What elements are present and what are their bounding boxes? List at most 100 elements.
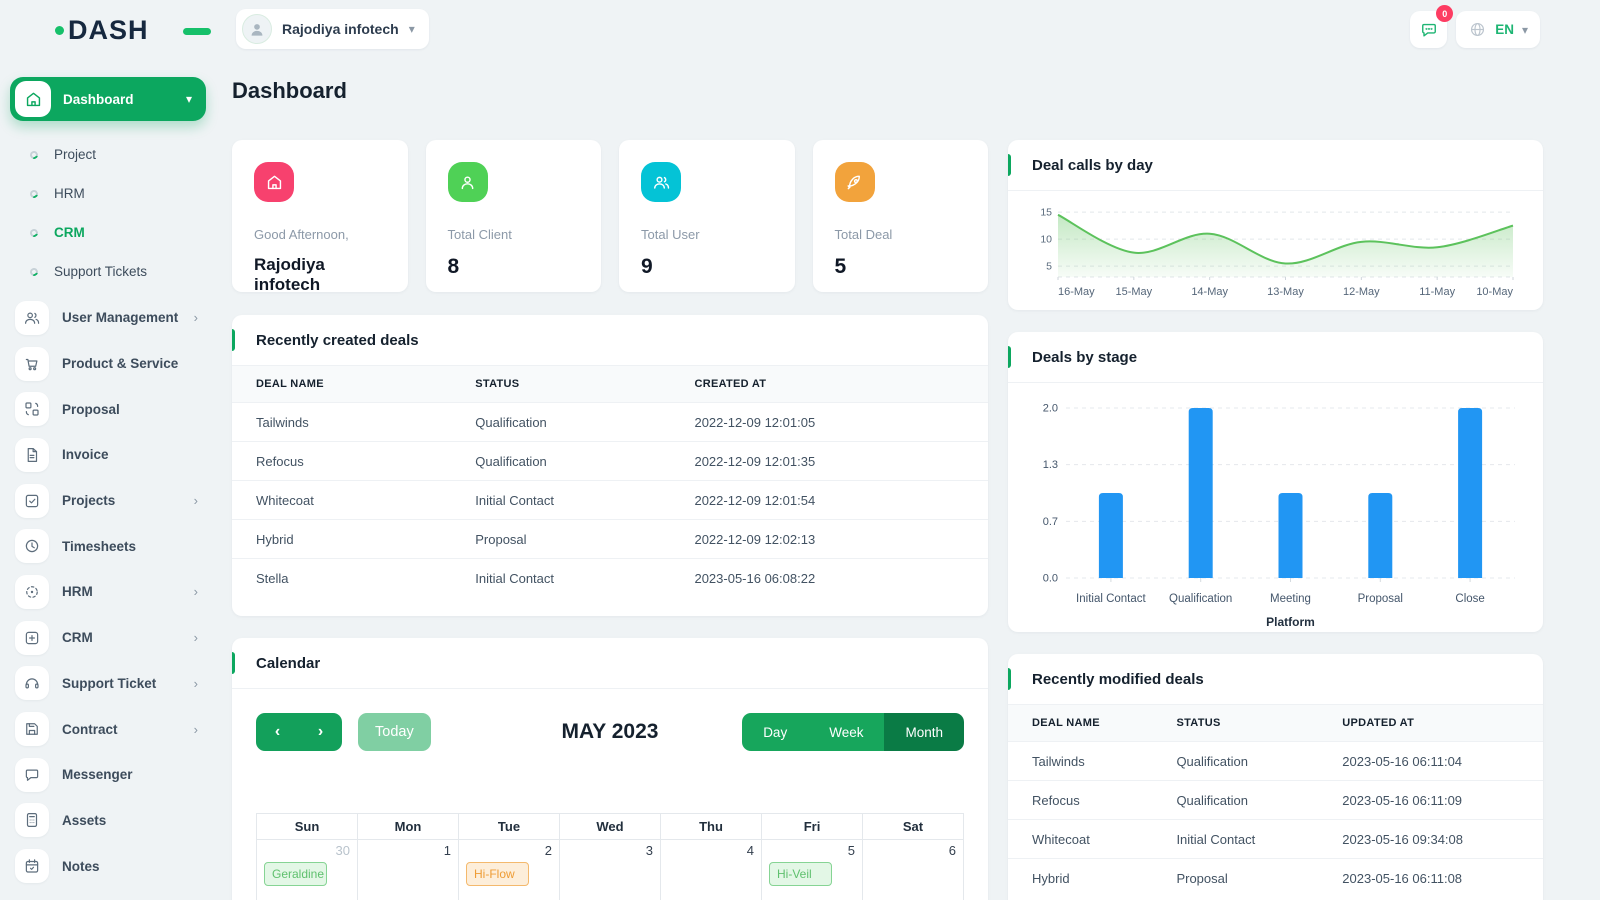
bullet-icon (28, 227, 40, 238)
stat-card-value: Rajodiya infotech (254, 255, 325, 294)
sidebar-item-support-ticket[interactable]: Support Ticket › (0, 661, 216, 707)
bullet-icon (28, 266, 40, 277)
calendar-day-number: 3 (645, 843, 653, 858)
sidebar-item-crm[interactable]: CRM › (0, 615, 216, 661)
table-cell: Whitecoat (1008, 819, 1153, 859)
table-cell: Qualification (451, 402, 671, 442)
stat-card-1: Total Client 8 (425, 140, 601, 292)
table-cell: Tailwinds (1008, 741, 1153, 781)
table-cell: Hybrid (1008, 858, 1153, 897)
sidebar-item-dashboard[interactable]: Dashboard ▾ (10, 77, 206, 121)
check-square-icon (25, 494, 39, 507)
table-row: Whitecoat Initial Contact 2023-05-16 09:34… (1008, 819, 1543, 859)
sidebar-item-projects[interactable]: Projects › (0, 478, 216, 524)
calendar-day-number: 6 (948, 843, 956, 858)
table-cell: Qualification (451, 441, 671, 481)
calendar-day-cell: 30 Geraldine Burt (256, 839, 358, 900)
table-row: Hybrid Proposal 2022-12-09 12:02:13 (232, 519, 988, 559)
calendar-day-cell: 5 Hi-Veil (761, 839, 863, 900)
sidebar-item-label: Timesheets (62, 538, 137, 554)
sidebar-item-invoice[interactable]: Invoice (0, 432, 216, 478)
table-row: Hybrid Proposal 2023-05-16 06:11:08 (1008, 858, 1543, 897)
calendar-day-header: Thu (660, 813, 762, 840)
table-cell: Hybrid (232, 519, 452, 559)
table-row: Refocus Qualification 2022-12-09 12:01:35 (232, 441, 988, 481)
sidebar-item-product-service[interactable]: Product & Service (0, 341, 216, 387)
sidebar-item-label: User Management (62, 310, 179, 326)
chevron-right-icon: › (193, 675, 198, 691)
bullet-icon (28, 149, 40, 160)
table-header-row: DEAL NAME STATUS CREATED AT (232, 366, 988, 403)
svg-text:Close: Close (1455, 593, 1484, 605)
calendar-view-week-button[interactable]: Week (808, 713, 885, 751)
bullet-icon (28, 188, 40, 199)
table-cell: 2022-12-09 12:01:05 (670, 402, 988, 442)
calendar-day-number: 30 (335, 843, 350, 858)
recently-modified-deals-table: DEAL NAME STATUS UPDATED AT Tailwinds Qualif… (1008, 705, 1543, 897)
sidebar-item-label: Projects (62, 493, 116, 509)
calendar-prev-button[interactable]: ‹ (256, 713, 299, 751)
sidebar-item-contract[interactable]: Contract › (0, 706, 216, 752)
calendar-event[interactable]: Hi-Veil (769, 862, 832, 886)
swap-icon (25, 402, 39, 416)
save-icon (26, 723, 38, 735)
calendar-day-cell: 6 (862, 839, 964, 900)
sidebar-item-timesheets[interactable]: Timesheets (0, 523, 216, 569)
sidebar-subitem-project[interactable]: Project (0, 135, 216, 174)
sidebar-item-assets[interactable]: Assets (0, 798, 216, 844)
table-cell: Refocus (1008, 780, 1153, 820)
svg-text:0.7: 0.7 (1043, 516, 1058, 528)
right-column: Deal calls by day 5 10 15 16-May 15-May 14-Ma… (1008, 0, 1543, 900)
recently-created-deals-table: DEAL NAME STATUS CREATED AT Tailwinds Qualif… (232, 366, 988, 597)
svg-text:0.0: 0.0 (1043, 573, 1058, 585)
table-cell: Refocus (232, 441, 452, 481)
svg-text:Platform: Platform (1266, 615, 1315, 629)
calendar-table: SunMonTueWedThuFriSat30Geraldine Burt12H… (256, 813, 964, 900)
stat-card-label: Good Afternoon, (254, 227, 349, 242)
calendar-day-cell: 1 (357, 839, 459, 900)
sidebar-item-hrm[interactable]: HRM › (0, 569, 216, 615)
table-cell: Initial Contact (451, 480, 671, 520)
sidebar-item-messenger[interactable]: Messenger (0, 752, 216, 798)
card-title: Deals by stage (1032, 348, 1138, 366)
calendar-view-day-button[interactable]: Day (742, 713, 809, 751)
logo-dash-icon (183, 28, 211, 35)
sidebar-subitem-support-tickets[interactable]: Support Tickets (0, 252, 216, 291)
calendar-next-button[interactable]: › (299, 713, 342, 751)
user-icon (447, 162, 488, 202)
sidebar-item-label: Product & Service (62, 356, 179, 372)
calendar-day-number: 4 (746, 843, 754, 858)
sidebar-item-notes[interactable]: Notes (0, 843, 216, 889)
calendar-day-cell: 4 (660, 839, 762, 900)
svg-text:5: 5 (1046, 261, 1052, 273)
calendar-icon (25, 859, 39, 873)
users-icon (25, 312, 40, 324)
svg-text:Initial Contact: Initial Contact (1076, 593, 1146, 605)
table-row: Tailwinds Qualification 2022-12-09 12:01:0… (232, 402, 988, 442)
calendar-event[interactable]: Hi-Flow (466, 862, 529, 886)
calendar-view-switcher: Day Week Month (742, 713, 964, 751)
sidebar-item-proposal[interactable]: Proposal (0, 386, 216, 432)
table-cell: Whitecoat (232, 480, 452, 520)
calendar-day-number: 2 (544, 843, 552, 858)
calendar-today-button[interactable]: Today (358, 713, 431, 751)
calendar-view-month-button[interactable]: Month (884, 713, 964, 751)
stat-card-label: Total User (641, 227, 700, 242)
chat-icon (25, 769, 39, 781)
card-title: Deal calls by day (1032, 156, 1153, 174)
deal-calls-chart: 5 10 15 16-May 15-May 14-May 13-May 12-May 11-Ma… (1022, 198, 1527, 308)
stat-card-value: 9 (641, 255, 653, 278)
sidebar-item-user-management[interactable]: User Management › (0, 295, 216, 341)
table-cell: 2022-12-09 12:02:13 (670, 519, 988, 559)
deals-by-stage-chart: 0.0 0.7 1.3 2.0 Initial Contact Qualification… (1022, 394, 1527, 632)
stat-cards-row: Good Afternoon, Rajodiya infotech Total Cl… (232, 140, 988, 294)
headset-icon (25, 678, 39, 689)
table-cell: 2022-12-09 12:01:54 (670, 480, 988, 520)
sidebar-subitem-hrm[interactable]: HRM (0, 174, 216, 213)
sidebar-subitem-crm[interactable]: CRM (0, 213, 216, 252)
svg-text:15: 15 (1040, 207, 1052, 219)
page-title: Dashboard (232, 78, 347, 103)
calendar-event[interactable]: Geraldine Burt (264, 862, 327, 886)
sidebar-subitem-label: Support Tickets (54, 264, 148, 279)
svg-text:16-May: 16-May (1058, 286, 1095, 298)
